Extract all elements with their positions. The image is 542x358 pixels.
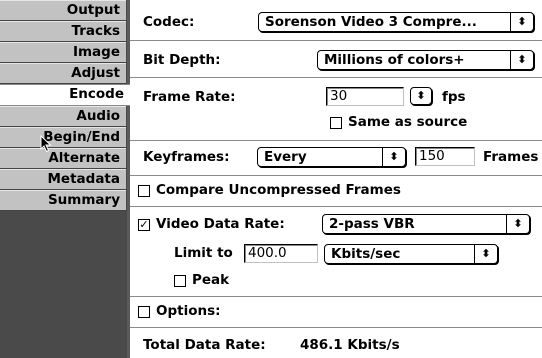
options-checkbox[interactable] [138,306,150,318]
keyframes-label: Keyframes: [143,149,230,165]
tab-audio[interactable]: Audio [0,106,126,127]
tab-summary[interactable]: Summary [0,190,126,211]
mouse-pointer-icon [40,135,52,153]
codec-label: Codec: [143,14,195,30]
limit-to-label: Limit to [174,245,233,261]
keyframes-mode-value: Every [264,149,307,165]
same-as-source-checkbox[interactable] [330,117,342,129]
frame-rate-unit: fps [442,89,466,105]
separator [130,77,542,78]
limit-unit-value: Kbits/sec [331,246,401,262]
separator [130,175,542,176]
separator [130,140,542,141]
options-label: Options: [156,303,221,319]
popup-arrow-icon: ⬍ [510,51,533,69]
popup-arrow-icon: ⬍ [506,215,529,233]
keyframes-mode-popup[interactable]: Every ⬍ [257,147,406,167]
codec-value: Sorenson Video 3 Compre... [265,14,477,30]
same-as-source-label: Same as source [348,114,468,130]
total-data-rate-value: 486.1 Kbits/s [300,337,400,353]
video-data-rate-checkbox[interactable]: ✓ [138,219,150,231]
tab-image[interactable]: Image [0,42,126,63]
tab-alternate[interactable]: Alternate [0,148,126,169]
codec-popup[interactable]: Sorenson Video 3 Compre... ⬍ [258,12,534,32]
tab-output[interactable]: Output [0,0,126,21]
frame-rate-label: Frame Rate: [143,89,236,105]
tab-adjust[interactable]: Adjust [0,63,126,84]
peak-label: Peak [192,272,230,288]
popup-arrow-icon: ⬍ [382,148,405,166]
video-data-rate-label: Video Data Rate: [156,216,285,232]
popup-arrow-icon: ⬍ [474,245,497,263]
keyframes-input[interactable]: 150 [415,147,475,166]
bit-depth-value: Millions of colors+ [324,52,465,68]
tab-begin-end[interactable]: Begin/End [0,127,126,148]
bit-depth-label: Bit Depth: [143,52,221,68]
frame-rate-stepper-icon[interactable]: ⬍ [410,87,432,105]
tab-tracks[interactable]: Tracks [0,21,126,42]
separator [130,40,542,41]
tab-metadata[interactable]: Metadata [0,169,126,190]
peak-checkbox[interactable] [174,275,186,287]
compare-checkbox[interactable] [138,185,150,197]
separator [130,296,542,297]
frame-rate-input[interactable]: 30 [326,87,404,106]
bit-depth-popup[interactable]: Millions of colors+ ⬍ [317,50,534,70]
total-data-rate-label: Total Data Rate: [143,337,266,353]
keyframes-unit: Frames [483,149,539,165]
separator [130,206,542,207]
popup-arrow-icon: ⬍ [510,13,533,31]
separator [130,327,542,328]
compare-label: Compare Uncompressed Frames [156,182,401,198]
tab-encode[interactable]: Encode [0,84,130,106]
check-icon: ✓ [139,218,149,231]
data-rate-mode-value: 2-pass VBR [329,216,415,232]
data-rate-mode-popup[interactable]: 2-pass VBR ⬍ [322,214,530,234]
limit-to-input[interactable]: 400.0 [244,244,318,263]
limit-unit-popup[interactable]: Kbits/sec ⬍ [324,244,498,264]
